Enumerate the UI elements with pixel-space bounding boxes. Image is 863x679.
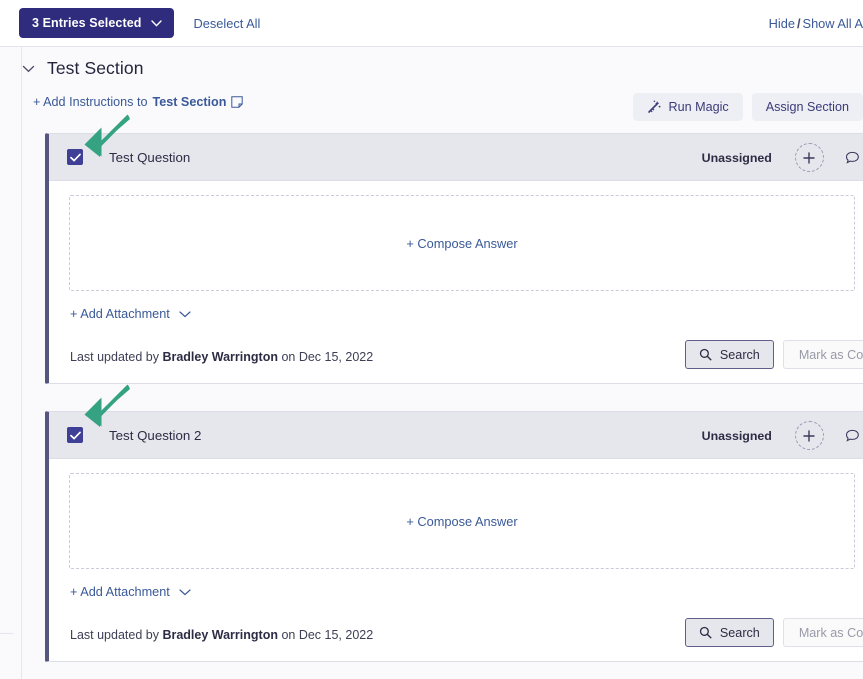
question-body: + Compose Answer + Add Attachment Last u…: [49, 181, 863, 383]
hide-link[interactable]: Hide: [769, 16, 795, 31]
compose-answer-area[interactable]: + Compose Answer: [69, 195, 855, 291]
section-actions: Run Magic Assign Section: [633, 93, 863, 121]
question-header-actions: Unassigned 0: [702, 412, 863, 459]
last-updated-text: Last updated by Bradley Warrington on De…: [70, 350, 373, 364]
hide-show-all-answers-link[interactable]: Hide / Show All A: [769, 16, 863, 31]
add-instructions-target: Test Section: [152, 95, 227, 109]
question-header: Test Question Unassigned 0: [49, 134, 863, 181]
toolbar-right-group: Hide / Show All A: [769, 0, 863, 46]
compose-answer-label: + Compose Answer: [406, 513, 518, 529]
question-assignee: Unassigned: [701, 150, 772, 165]
chevron-down-icon: [179, 588, 191, 595]
search-label: Search: [719, 347, 760, 362]
question-header: Test Question 2 Unassigned 0: [49, 412, 863, 459]
chevron-down-icon: [179, 310, 191, 317]
hide-show-separator: /: [796, 15, 801, 31]
note-icon: [231, 96, 244, 108]
add-instructions-prefix: + Add Instructions to: [33, 95, 148, 109]
add-attachment-label: + Add Attachment: [70, 585, 170, 599]
checkmark-icon: [69, 153, 81, 161]
plus-icon: [803, 429, 816, 442]
left-divider-line: [0, 633, 14, 634]
search-button[interactable]: Search: [684, 340, 774, 369]
entries-selected-label: 3 Entries Selected: [32, 16, 142, 30]
mark-as-complete-label: Mark as Complete: [798, 625, 863, 640]
assign-section-label: Assign Section: [765, 100, 849, 114]
section-left-rail: [21, 47, 22, 679]
last-updated-user: Bradley Warrington: [162, 350, 278, 364]
add-assignee-button[interactable]: [794, 143, 824, 172]
section-title-row: Test Section: [22, 58, 144, 79]
question-checkbox[interactable]: [67, 149, 83, 165]
mark-as-complete-button[interactable]: Mark as Complete: [782, 340, 863, 369]
chevron-down-icon[interactable]: [22, 65, 35, 73]
deselect-all-link[interactable]: Deselect All: [194, 16, 261, 31]
comment-bubble-icon: [845, 151, 859, 164]
question-header-actions: Unassigned 0: [702, 134, 863, 181]
last-updated-date: Dec 15, 2022: [298, 350, 374, 364]
chevron-down-icon: [150, 19, 162, 27]
page-body: Test Section + Add Instructions to Test …: [0, 47, 863, 679]
section-title: Test Section: [47, 58, 144, 78]
question-comments[interactable]: 0: [845, 150, 863, 165]
last-updated-middle: on: [277, 350, 299, 364]
question-checkbox[interactable]: [67, 427, 83, 443]
toolbar-left-group: 3 Entries Selected Deselect All: [0, 8, 260, 38]
question-card: Test Question 2 Unassigned 0: [45, 411, 863, 662]
show-all-link[interactable]: Show All A: [803, 16, 863, 31]
search-icon: [699, 348, 712, 361]
add-attachment-button[interactable]: + Add Attachment: [70, 307, 191, 321]
compose-answer-area[interactable]: + Compose Answer: [69, 473, 855, 569]
mark-as-complete-label: Mark as Complete: [798, 347, 863, 362]
compose-answer-label: + Compose Answer: [406, 235, 518, 251]
run-magic-label: Run Magic: [668, 100, 729, 114]
question-title: Test Question: [109, 149, 191, 165]
last-updated-user: Bradley Warrington: [162, 628, 278, 642]
search-button[interactable]: Search: [684, 618, 774, 647]
search-icon: [699, 626, 712, 639]
mark-as-complete-button[interactable]: Mark as Complete: [782, 618, 863, 647]
last-updated-text: Last updated by Bradley Warrington on De…: [70, 628, 373, 642]
last-updated-prefix: Last updated by: [70, 350, 163, 364]
add-attachment-button[interactable]: + Add Attachment: [70, 585, 191, 599]
question-title: Test Question 2: [109, 427, 202, 443]
question-card: Test Question Unassigned 0: [45, 133, 863, 384]
last-updated-prefix: Last updated by: [70, 628, 163, 642]
question-body: + Compose Answer + Add Attachment Last u…: [49, 459, 863, 661]
run-magic-button[interactable]: Run Magic: [633, 93, 743, 121]
magic-wand-icon: [648, 100, 661, 113]
selection-toolbar: 3 Entries Selected Deselect All Hide / Sho…: [0, 0, 863, 47]
question-assignee: Unassigned: [701, 428, 772, 443]
question-footer-actions: Search Mark as Complete: [684, 618, 863, 647]
section-header: Test Section + Add Instructions to Test …: [22, 47, 863, 121]
add-instructions-link[interactable]: + Add Instructions to Test Section: [33, 95, 244, 109]
entries-selected-dropdown[interactable]: 3 Entries Selected: [19, 8, 174, 38]
plus-icon: [803, 151, 816, 164]
last-updated-middle: on: [277, 628, 299, 642]
last-updated-date: Dec 15, 2022: [298, 628, 374, 642]
question-footer-actions: Search Mark as Complete: [684, 340, 863, 369]
checkmark-icon: [69, 431, 81, 439]
assign-section-button[interactable]: Assign Section: [751, 93, 863, 121]
search-label: Search: [719, 625, 760, 640]
app-root: 3 Entries Selected Deselect All Hide / Sho…: [0, 0, 863, 679]
add-assignee-button[interactable]: [794, 421, 824, 450]
comment-bubble-icon: [845, 429, 859, 442]
add-attachment-label: + Add Attachment: [70, 307, 170, 321]
question-comments[interactable]: 0: [845, 428, 863, 443]
